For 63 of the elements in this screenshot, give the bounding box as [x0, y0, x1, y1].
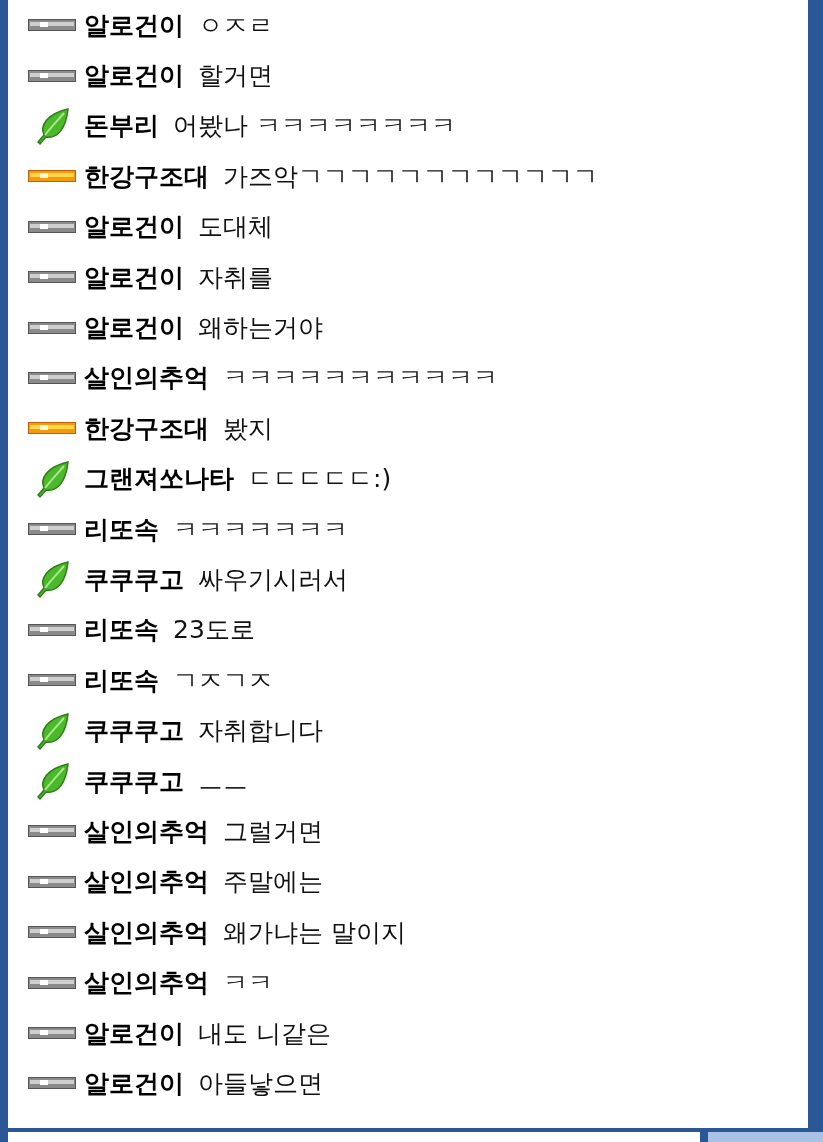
user-name: 살인의추억	[84, 967, 209, 1000]
level-badge-icon	[28, 19, 76, 32]
level-badge-icon	[28, 220, 76, 233]
user-name: 알로건이	[84, 9, 184, 42]
message-text: ㅋㅋㅋㅋㅋㅋㅋ	[173, 513, 348, 546]
send-button[interactable]	[708, 1132, 823, 1142]
level-badge-icon	[28, 69, 76, 82]
message-text: 어봤나 ㅋㅋㅋㅋㅋㅋㅋㅋ	[173, 110, 456, 143]
message-text: 자취를	[198, 261, 273, 294]
message-text: ㅇㅈㄹ	[198, 9, 273, 42]
user-name: 알로건이	[84, 211, 184, 244]
input-field[interactable]	[8, 1132, 700, 1142]
user-name: 한강구조대	[84, 412, 209, 445]
user-name: 쿠쿠쿠고	[84, 715, 184, 748]
user-name: 알로건이	[84, 312, 184, 345]
level-badge-icon	[28, 1027, 76, 1039]
user-name: 리또속	[84, 614, 159, 647]
message-text: 왜하는거야	[198, 312, 323, 345]
user-name: 살인의추억	[84, 916, 209, 949]
level-badge-icon	[28, 170, 76, 183]
level-badge-icon	[28, 926, 76, 939]
user-name: 그랜져쏘나타	[84, 463, 234, 496]
level-badge-icon	[28, 422, 76, 435]
message-text: ㅋㅋㅋㅋㅋㅋㅋㅋㅋㅋㅋ	[223, 362, 498, 395]
user-name: 살인의추억	[84, 866, 209, 899]
user-name: 한강구조대	[84, 160, 209, 193]
message-text: 내도 니같은	[198, 1017, 331, 1050]
message-text: 가즈악ㄱㄱㄱㄱㄱㄱㄱㄱㄱㄱㄱㄱ	[223, 160, 598, 193]
user-name: 살인의추억	[84, 362, 209, 395]
level-badge-icon	[28, 271, 76, 284]
message-text: 그럴거면	[223, 815, 323, 848]
message-text: 도대체	[198, 211, 273, 244]
message-text: 할거면	[198, 60, 273, 93]
level-badge-icon	[28, 623, 76, 636]
message-text: 자취합니다	[198, 715, 323, 748]
message-text: ㅋㅋ	[223, 967, 273, 1000]
message-text: 싸우기시러서	[198, 564, 348, 596]
message-text: 봤지	[223, 412, 273, 445]
user-name: 쿠쿠쿠고	[84, 564, 184, 596]
message-text: 주말에는	[223, 866, 323, 899]
level-badge-icon	[28, 1077, 76, 1090]
user-name: 쿠쿠쿠고	[84, 765, 184, 798]
level-badge-icon	[28, 875, 76, 888]
message-text: ㅡㅡ	[198, 765, 248, 798]
message-text: 23도로	[173, 614, 255, 647]
user-name: 알로건이	[84, 261, 184, 294]
level-badge-icon	[28, 825, 76, 838]
user-name: 알로건이	[84, 1017, 184, 1050]
level-badge-icon	[28, 371, 76, 384]
level-badge-icon	[28, 674, 76, 687]
message-text: ㄱㅈㄱㅈ	[173, 664, 273, 697]
user-name: 리또속	[84, 664, 159, 697]
message-text: 왜가냐는 말이지	[223, 916, 406, 949]
message-text: 아들낳으면	[198, 1067, 323, 1100]
user-name: 돈부리	[84, 110, 159, 143]
message-text: ㄷㄷㄷㄷㄷ:)	[248, 463, 392, 496]
level-badge-icon	[28, 976, 76, 989]
level-badge-icon	[28, 523, 76, 536]
user-name: 리또속	[84, 513, 159, 546]
user-name: 알로건이	[84, 60, 184, 93]
user-name: 알로건이	[84, 1067, 184, 1100]
user-name: 살인의추억	[84, 815, 209, 848]
level-badge-icon	[28, 321, 76, 334]
